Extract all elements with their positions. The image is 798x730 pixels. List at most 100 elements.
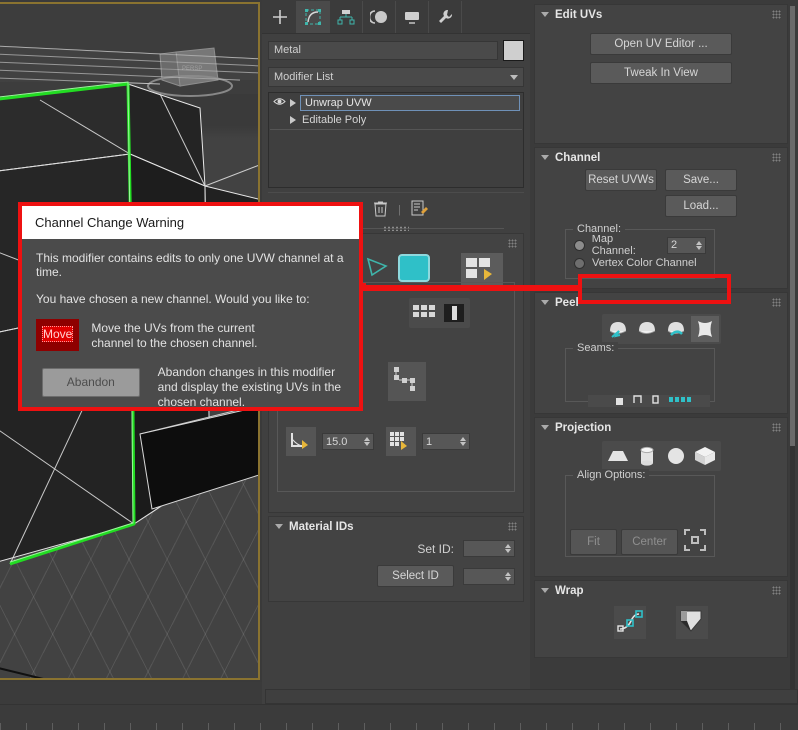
rollouts-container: Edit UVs Open UV Editor ... Tweak In Vie… xyxy=(530,0,798,658)
edit-uvs-rollout-header[interactable]: Edit UVs xyxy=(535,5,787,24)
chevron-down-icon xyxy=(541,588,549,593)
chevron-down-icon xyxy=(275,524,283,529)
grip-dots-icon[interactable] xyxy=(772,10,781,19)
channel-group-title: Channel: xyxy=(573,223,626,235)
wrap-spline-icon[interactable] xyxy=(614,606,646,639)
spinner-arrows[interactable] xyxy=(696,240,703,250)
wrap-rollout-header[interactable]: Wrap xyxy=(535,581,787,600)
tab-display[interactable] xyxy=(396,0,429,33)
modifier-stack[interactable]: Unwrap UVW Editable Poly xyxy=(268,92,524,188)
ring-uv-icon[interactable] xyxy=(440,300,468,326)
planar-angle-icon[interactable] xyxy=(286,427,316,456)
chevron-down-icon xyxy=(541,300,549,305)
radio-unselected-icon[interactable] xyxy=(574,257,585,269)
svg-text:PERSP: PERSP xyxy=(182,66,202,72)
configure-modifier-sets-icon[interactable] xyxy=(411,200,428,220)
spinner-arrows[interactable] xyxy=(505,544,511,553)
set-id-label: Set ID: xyxy=(417,541,454,556)
grip-dots-icon[interactable] xyxy=(772,423,781,432)
channel-rollout-header[interactable]: Channel xyxy=(535,148,787,167)
panel-scrollbar-thumb[interactable] xyxy=(790,6,795,446)
fit-button[interactable]: Fit xyxy=(570,528,617,555)
peel-rollout-header[interactable]: Peel xyxy=(535,293,787,312)
display-icon xyxy=(405,11,419,24)
planar-angle-spinner: 15.0 xyxy=(322,433,374,450)
spinner-arrows[interactable] xyxy=(364,437,370,446)
projection-rollout: Projection Align Options: Fit Center xyxy=(534,417,788,577)
select-id-spinner xyxy=(463,567,515,585)
abandon-button[interactable]: Abandon xyxy=(42,368,140,397)
tab-create[interactable] xyxy=(264,0,297,33)
map-channel-option[interactable]: Map Channel: 2 xyxy=(574,233,707,257)
channel-change-warning-dialog[interactable]: Channel Change Warning This modifier con… xyxy=(18,202,363,411)
expand-triangle-icon[interactable] xyxy=(290,115,296,124)
edit-uvs-body: Open UV Editor ... Tweak In View xyxy=(535,24,787,92)
eye-icon[interactable] xyxy=(273,97,286,109)
grip-dots-icon[interactable] xyxy=(508,522,517,531)
delete-modifier-icon[interactable] xyxy=(373,200,388,220)
modifier-list-label: Modifier List xyxy=(274,71,334,83)
seam-point-icon[interactable] xyxy=(616,397,623,405)
grip-dots-icon[interactable] xyxy=(772,586,781,595)
grip-dots-icon[interactable] xyxy=(508,239,517,248)
vertex-color-channel-option[interactable]: Vertex Color Channel xyxy=(574,254,706,272)
quick-peel-icon[interactable] xyxy=(604,316,632,342)
object-name-input[interactable]: Metal xyxy=(268,41,498,60)
panel-scrollbar-track[interactable] xyxy=(790,6,795,696)
loop-uv-icon[interactable] xyxy=(411,300,439,326)
radio-selected-icon[interactable] xyxy=(574,239,585,251)
grip-dots-icon[interactable] xyxy=(772,298,781,307)
grip-dots-icon[interactable] xyxy=(772,153,781,162)
wrap-face-icon[interactable] xyxy=(676,606,708,639)
material-ids-rollout-header[interactable]: Material IDs xyxy=(269,517,523,536)
highlight-connector-line xyxy=(363,285,580,291)
planar-angle-value[interactable]: 15.0 xyxy=(326,436,347,448)
peel-mode-icon[interactable] xyxy=(633,316,661,342)
seam-dashed-icon[interactable] xyxy=(669,395,693,407)
seam-edge-icon[interactable] xyxy=(633,395,642,407)
chevron-down-icon xyxy=(541,12,549,17)
select-id-button[interactable]: Select ID xyxy=(377,565,454,587)
modifier-list-dropdown[interactable]: Modifier List xyxy=(268,67,524,87)
box-map-icon[interactable] xyxy=(691,443,719,469)
load-button[interactable]: Load... xyxy=(665,195,737,217)
relax-icon[interactable] xyxy=(690,316,719,342)
tab-motion[interactable] xyxy=(363,0,396,33)
expand-triangle-icon[interactable] xyxy=(290,98,296,107)
tweak-in-view-button[interactable]: Tweak In View xyxy=(590,62,732,84)
grip-dots-icon[interactable] xyxy=(383,226,409,231)
spherical-map-icon[interactable] xyxy=(662,443,690,469)
spinner-arrows[interactable] xyxy=(460,437,466,446)
pelt-map-icon[interactable] xyxy=(662,316,690,342)
select-by-element-icon[interactable] xyxy=(365,256,391,283)
cylindrical-map-icon[interactable] xyxy=(633,443,661,469)
selection-loop-ring-group xyxy=(409,298,470,328)
material-id-grid-icon[interactable] xyxy=(386,427,416,456)
material-id-value[interactable]: 1 xyxy=(426,436,432,448)
reset-uvws-button[interactable]: Reset UVWs xyxy=(585,169,657,191)
application-window: PERSP Metal Modifier List Unwrap UVW Edi… xyxy=(0,0,798,730)
map-channel-label: Map Channel: xyxy=(591,233,636,257)
center-button[interactable]: Center xyxy=(621,528,678,555)
open-uv-editor-button[interactable]: Open UV Editor ... xyxy=(590,33,732,55)
planar-map-icon[interactable] xyxy=(604,443,632,469)
select-by-material-id-icon[interactable] xyxy=(388,362,426,401)
motion-icon xyxy=(370,9,387,24)
map-channel-value[interactable]: 2 xyxy=(671,239,677,251)
status-field[interactable] xyxy=(265,689,798,704)
modifier-stack-item-editable-poly[interactable]: Editable Poly xyxy=(270,111,522,128)
seam-rect-icon[interactable] xyxy=(652,395,659,407)
modifier-stack-item-unwrap-uvw[interactable]: Unwrap UVW xyxy=(270,94,522,111)
tab-utilities[interactable] xyxy=(429,0,462,33)
channel-body: Reset UVWs Save... Load... Channel: Map … xyxy=(535,167,787,287)
save-button[interactable]: Save... xyxy=(665,169,737,191)
timeline-bar[interactable] xyxy=(0,704,798,730)
move-button[interactable]: Move xyxy=(42,326,74,342)
spinner-arrows[interactable] xyxy=(505,571,511,581)
map-channel-spinner: 2 xyxy=(667,236,707,254)
tab-modify[interactable] xyxy=(297,0,330,33)
object-color-swatch[interactable] xyxy=(503,40,524,61)
projection-rollout-header[interactable]: Projection xyxy=(535,418,787,437)
align-to-view-icon[interactable] xyxy=(682,527,708,556)
tab-hierarchy[interactable] xyxy=(330,0,363,33)
